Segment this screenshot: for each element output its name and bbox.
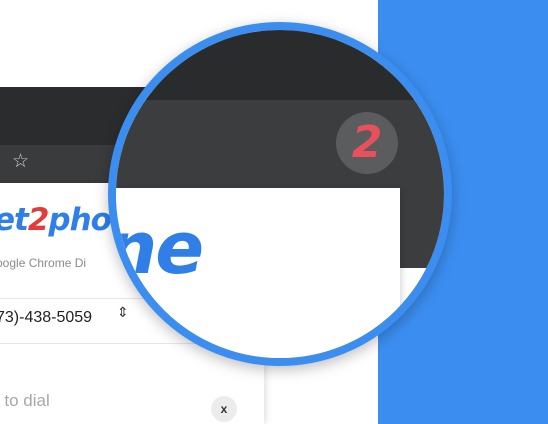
dial-number-input[interactable] bbox=[0, 386, 200, 416]
clear-button[interactable]: x bbox=[211, 396, 237, 422]
logo-text-2: 2 bbox=[27, 202, 50, 238]
magnified-toolbar-edge bbox=[400, 188, 444, 268]
logo-text-start: et bbox=[0, 202, 29, 238]
screenshot-stage: ☆ et2pho oogle Chrome Di 73)-438-5059 ⇕ … bbox=[0, 0, 548, 424]
magnified-tab-bar bbox=[116, 30, 444, 100]
logo-text-end: pho bbox=[48, 202, 112, 238]
star-icon[interactable]: ☆ bbox=[12, 150, 29, 174]
extension-badge-icon[interactable]: 2 bbox=[336, 112, 398, 174]
magnifier-lens: 2 ne bbox=[108, 22, 452, 366]
magnified-logo-text: ne bbox=[108, 206, 204, 290]
popup-subtitle: oogle Chrome Di bbox=[0, 256, 87, 270]
net2phone-logo: et2pho bbox=[0, 202, 112, 238]
caller-id-value: 73)-438-5059 bbox=[0, 309, 93, 326]
magnified-view: 2 ne bbox=[116, 30, 444, 358]
